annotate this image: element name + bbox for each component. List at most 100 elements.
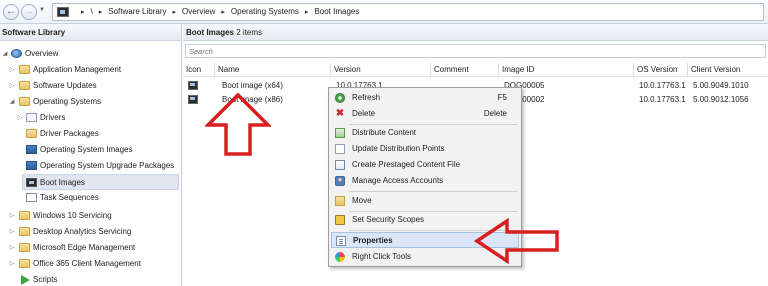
column-header-image-id[interactable]: Image ID — [499, 63, 634, 77]
sidebar-item-label: Office 365 Client Management — [33, 259, 141, 268]
expand-icon[interactable]: ▷ — [8, 62, 16, 78]
folder-icon — [19, 97, 30, 106]
column-header-os-version[interactable]: OS Version — [634, 63, 688, 77]
column-header-comment[interactable]: Comment — [431, 63, 499, 77]
navigation-pane-title: Software Library — [0, 24, 181, 41]
security-scopes-icon — [335, 215, 345, 225]
cell-name: Boot image (x64) — [222, 81, 283, 90]
breadcrumb[interactable]: ▸ \ ▸ Software Library ▸ Overview ▸ Oper… — [52, 3, 764, 21]
sidebar-item-driver-packages[interactable]: Driver Packages — [0, 126, 180, 142]
sidebar-item-drivers[interactable]: ▷ Drivers — [0, 110, 180, 126]
menu-item-label: Refresh — [352, 93, 381, 102]
sidebar-item-label: Driver Packages — [40, 129, 99, 138]
back-arrow-icon[interactable]: ← — [3, 4, 19, 20]
item-count: 2 items — [236, 28, 263, 37]
menu-item-shortcut: F5 — [497, 93, 507, 102]
sidebar-item-operating-system-upgrade-packages[interactable]: Operating System Upgrade Packages — [0, 158, 180, 174]
sidebar-item-label: Task Sequences — [40, 193, 99, 202]
right-click-tools-icon — [335, 252, 345, 262]
cell-client-version: 5.00.9012.1056 — [693, 95, 749, 104]
expand-icon[interactable]: ▷ — [8, 208, 16, 224]
boot-image-icon — [188, 95, 198, 104]
folder-icon — [26, 129, 37, 138]
menu-item-set-security-scopes[interactable]: Set Security Scopes — [331, 212, 519, 228]
column-header-name[interactable]: Name — [215, 63, 331, 77]
menu-item-right-click-tools[interactable]: Right Click Tools — [331, 249, 519, 265]
expand-icon[interactable]: ▷ — [16, 110, 24, 126]
breadcrumb-software-library[interactable]: Software Library — [108, 7, 166, 16]
column-header-version[interactable]: Version — [331, 63, 431, 77]
sidebar-item-office-365-client-management[interactable]: ▷ Office 365 Client Management — [0, 256, 180, 272]
delete-icon: ✖ — [335, 108, 345, 119]
menu-separator — [349, 230, 517, 231]
sidebar-item-windows-10-servicing[interactable]: ▷ Windows 10 Servicing — [0, 208, 180, 224]
sidebar-item-label: Overview — [25, 49, 59, 58]
sidebar-item-operating-systems[interactable]: ◢ Operating Systems — [0, 94, 180, 110]
menu-item-shortcut: Delete — [483, 109, 507, 118]
sidebar-item-label: Software Updates — [33, 81, 97, 90]
access-accounts-icon — [335, 176, 345, 186]
sidebar-item-scripts[interactable]: Scripts — [0, 272, 180, 286]
collapse-icon[interactable]: ◢ — [8, 94, 16, 110]
forward-arrow-icon[interactable]: → — [21, 4, 37, 20]
os-upgrade-icon — [26, 161, 37, 170]
folder-icon — [19, 227, 30, 236]
breadcrumb-separator-icon: ▸ — [172, 8, 177, 16]
menu-item-update-distribution-points[interactable]: Update Distribution Points — [331, 141, 519, 157]
cell-os-version: 10.0.17763.1 — [639, 81, 686, 90]
menu-separator — [349, 191, 517, 192]
menu-item-delete[interactable]: ✖ Delete Delete — [331, 106, 519, 122]
menu-item-label: Move — [352, 196, 372, 205]
expand-icon[interactable]: ▷ — [8, 78, 16, 94]
sidebar-item-task-sequences[interactable]: Task Sequences — [0, 190, 180, 206]
sidebar-item-boot-images[interactable]: Boot Images — [22, 174, 179, 190]
sidebar-item-desktop-analytics-servicing[interactable]: ▷ Desktop Analytics Servicing — [0, 224, 180, 240]
expand-icon[interactable]: ▷ — [8, 224, 16, 240]
menu-item-refresh[interactable]: Refresh F5 — [331, 90, 519, 106]
sidebar-item-microsoft-edge-management[interactable]: ▷ Microsoft Edge Management — [0, 240, 180, 256]
prestaged-content-icon — [335, 160, 345, 170]
sidebar-item-label: Drivers — [40, 113, 66, 122]
history-dropdown-icon[interactable]: ▼ — [39, 7, 45, 13]
sidebar-item-operating-system-images[interactable]: Operating System Images — [0, 142, 180, 158]
folder-icon — [19, 211, 30, 220]
results-header: Boot Images 2 items — [183, 24, 768, 41]
sidebar-item-overview[interactable]: ◢ Overview — [0, 46, 180, 62]
menu-item-move[interactable]: Move — [331, 193, 519, 209]
sidebar-item-label: Boot Images — [40, 178, 85, 187]
boot-image-icon — [26, 178, 37, 187]
breadcrumb-separator-icon: ▸ — [98, 8, 103, 16]
overview-icon — [11, 49, 22, 58]
breadcrumb-root[interactable]: \ — [91, 7, 93, 16]
cell-name: Boot image (x86) — [222, 95, 283, 104]
breadcrumb-overview[interactable]: Overview — [182, 7, 215, 16]
os-image-icon — [26, 145, 37, 154]
refresh-icon — [335, 93, 345, 103]
menu-item-create-prestaged-content-file[interactable]: Create Prestaged Content File — [331, 157, 519, 173]
breadcrumb-operating-systems[interactable]: Operating Systems — [231, 7, 299, 16]
collapse-icon[interactable]: ◢ — [1, 46, 9, 62]
menu-item-distribute-content[interactable]: Distribute Content — [331, 125, 519, 141]
search-box[interactable] — [185, 44, 766, 58]
console-icon — [57, 7, 69, 17]
expand-icon[interactable]: ▷ — [8, 240, 16, 256]
sidebar-item-application-management[interactable]: ▷ Application Management — [0, 62, 180, 78]
menu-item-label: Create Prestaged Content File — [352, 160, 461, 169]
menu-item-label: Properties — [353, 236, 393, 245]
folder-icon — [19, 259, 30, 268]
cell-os-version: 10.0.17763.1 — [639, 95, 686, 104]
expand-icon[interactable]: ▷ — [8, 256, 16, 272]
sidebar-item-software-updates[interactable]: ▷ Software Updates — [0, 78, 180, 94]
column-header-icon[interactable]: Icon — [183, 63, 215, 77]
boot-image-icon — [188, 81, 198, 90]
search-input[interactable] — [186, 45, 765, 57]
breadcrumb-separator-icon: ▸ — [221, 8, 225, 16]
column-header-client-version[interactable]: Client Version — [688, 63, 768, 77]
update-dp-icon — [335, 144, 345, 154]
menu-item-properties[interactable]: Properties — [331, 232, 519, 248]
sidebar-item-label: Operating System Upgrade Packages — [40, 161, 175, 170]
menu-item-label: Distribute Content — [352, 128, 417, 137]
cell-client-version: 5.00.9049.1010 — [693, 81, 749, 90]
breadcrumb-boot-images[interactable]: Boot Images — [314, 7, 359, 16]
menu-item-manage-access-accounts[interactable]: Manage Access Accounts — [331, 173, 519, 189]
